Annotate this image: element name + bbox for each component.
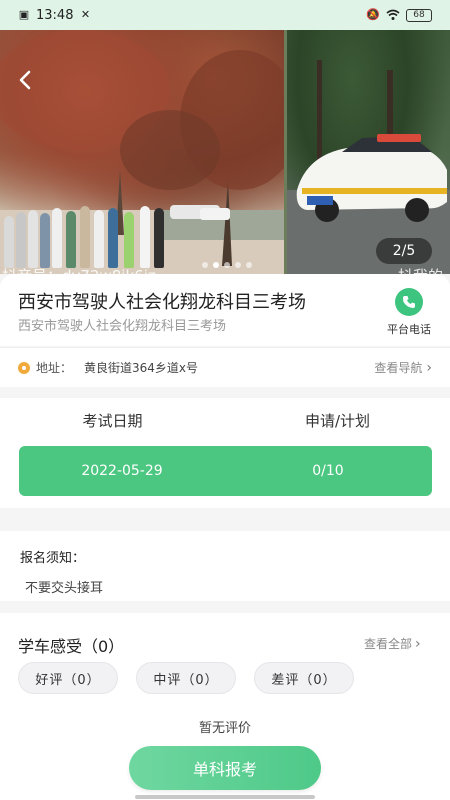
gallery-photo-crowd [0, 30, 284, 274]
chip-neutral-reviews[interactable]: 中评（0） [136, 662, 236, 694]
registration-notes: 报名须知： 不要交头接耳 [0, 531, 450, 601]
notes-text: 不要交头接耳 [25, 581, 104, 596]
exam-date-value: 2022-05-29 [81, 463, 163, 479]
exam-table-header: 考试日期 申请/计划 [0, 410, 450, 431]
crowd-figures [0, 198, 170, 268]
venue-title: 西安市驾驶人社会化翔龙科目三考场 [18, 292, 306, 313]
chevron-right-icon: › [426, 359, 432, 376]
view-navigation-label: 查看导航 [374, 361, 423, 375]
mute-icon: 🔕 [366, 8, 380, 21]
battery-icon: 68 [406, 8, 432, 22]
single-subject-apply-button[interactable]: 单科报考 [129, 746, 321, 790]
platform-phone-button[interactable]: 平台电话 [380, 288, 438, 338]
back-arrow-icon[interactable] [14, 68, 38, 92]
gallery-counter: 2/5 [376, 238, 432, 264]
address-value: 黄良街道364乡道x号 [84, 361, 199, 375]
address-label: 地址： [36, 361, 73, 375]
venue-info: 西安市驾驶人社会化翔龙科目三考场 西安市驾驶人社会化翔龙科目三考场 平台电话 [0, 274, 450, 346]
gallery-watermark-left: 抖音号：dy72w8ik6jz [2, 265, 156, 274]
header-apply-plan: 申请/计划 [304, 412, 371, 430]
venue-subtitle: 西安市驾驶人社会化翔龙科目三考场 [18, 319, 227, 334]
view-navigation-link[interactable]: 查看导航 › [374, 359, 432, 376]
home-indicator [135, 795, 315, 799]
sim-icon: ▣ [18, 8, 30, 21]
reviews-title: 学车感受（0） [18, 637, 125, 656]
status-bar: ▣ 13:48 ✕ 🔕 68 [0, 0, 450, 30]
phone-icon [395, 288, 423, 316]
pagination-dot [224, 262, 230, 268]
pagination-dot-active [213, 262, 219, 268]
pagination-dot [235, 262, 241, 268]
phone-label: 平台电话 [387, 323, 431, 336]
exam-schedule: 考试日期 申请/计划 2022-05-29 0/10 [0, 398, 450, 508]
venue-photo-gallery[interactable]: 2/5 抖音号：dy72w8ik6jz 抖我的 [0, 30, 450, 274]
tools-icon: ✕ [80, 8, 91, 21]
pagination-dot [202, 262, 208, 268]
no-reviews-text: 暂无评价 [198, 721, 251, 736]
notes-title: 报名须知： [20, 551, 86, 566]
chip-good-reviews[interactable]: 好评（0） [18, 662, 118, 694]
exam-ratio-value: 0/10 [312, 463, 344, 479]
exam-venue-page: ▣ 13:48 ✕ 🔕 68 2/5 西安市驾驶人社会化翔龙科目三考场 西安市驾… [0, 0, 450, 800]
pagination-dot [246, 262, 252, 268]
address-row: 地址： 黄良街道364乡道x号 查看导航 › [0, 347, 450, 387]
status-time: 13:48 [36, 7, 74, 23]
gallery-pagination-dots [202, 262, 252, 268]
location-pin-icon [18, 361, 30, 374]
header-exam-date: 考试日期 [82, 412, 143, 430]
exam-date-row[interactable]: 2022-05-29 0/10 [19, 446, 432, 496]
chevron-right-icon: › [415, 635, 421, 652]
wifi-icon [386, 9, 400, 21]
chip-bad-reviews[interactable]: 差评（0） [254, 662, 354, 694]
gallery-photo-car [287, 30, 450, 274]
review-filter-chips: 好评（0） 中评（0） 差评（0） [18, 662, 354, 694]
view-all-label: 查看全部 [364, 637, 413, 651]
gallery-watermark-right: 抖我的 [398, 265, 443, 274]
view-all-reviews-link[interactable]: 查看全部 › [364, 635, 421, 652]
